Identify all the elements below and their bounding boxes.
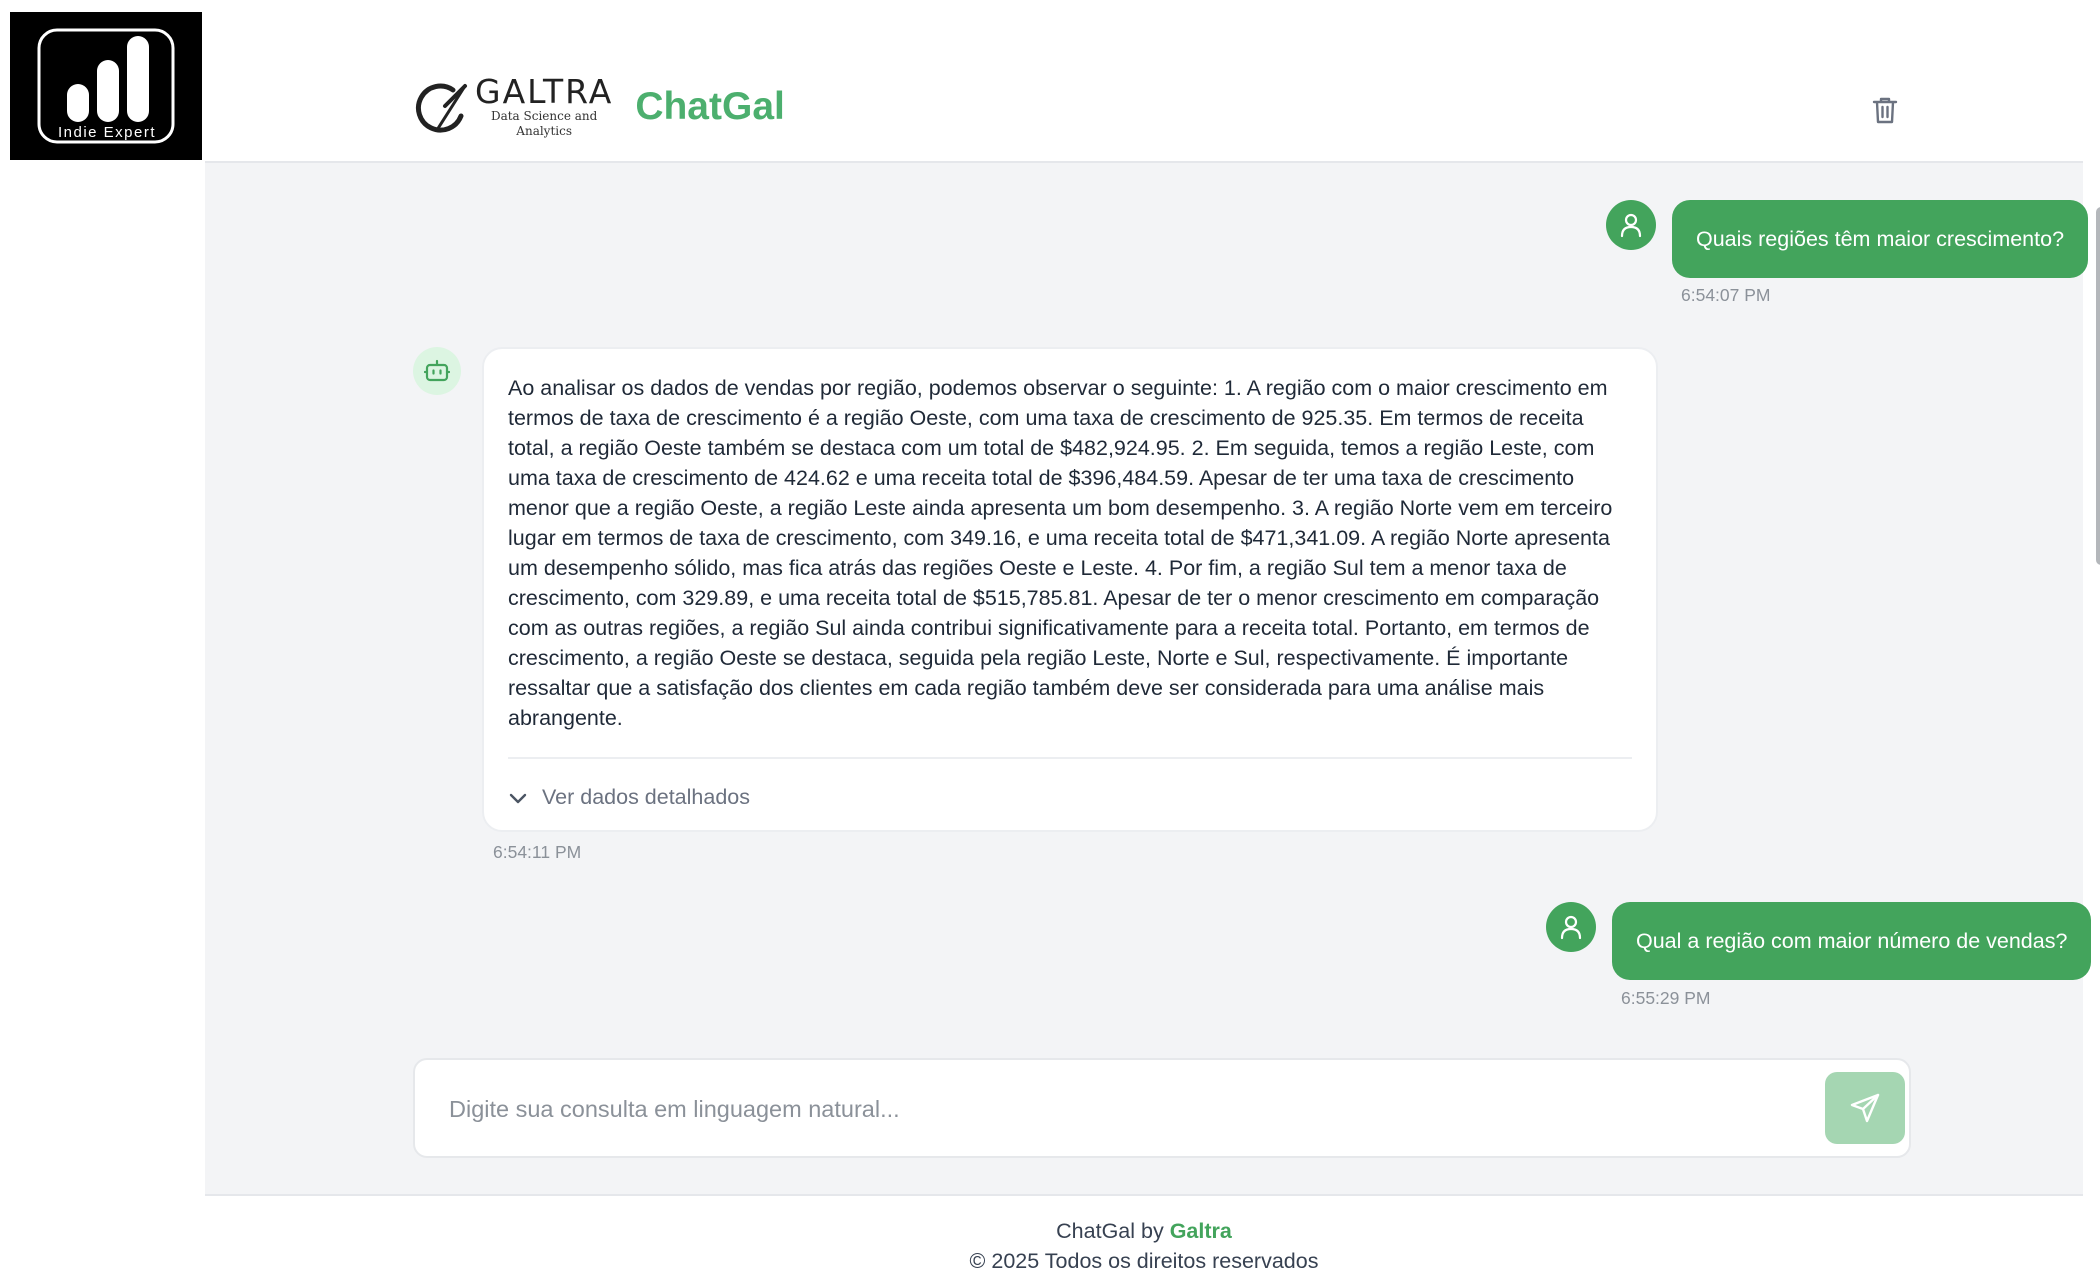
send-icon bbox=[1850, 1093, 1880, 1123]
user-avatar bbox=[1606, 200, 1656, 250]
view-details-toggle[interactable]: Ver dados detalhados bbox=[508, 785, 1632, 810]
composer bbox=[413, 1058, 1911, 1158]
galtra-wordmark: GALTRA Data Science and Analytics bbox=[475, 75, 613, 139]
user-icon bbox=[1620, 213, 1642, 238]
footer-copyright: © 2025 Todos os direitos reservados bbox=[969, 1249, 1319, 1273]
user-icon bbox=[1560, 915, 1582, 940]
chat-area: Quais regiões têm maior crescimento? 6:5… bbox=[205, 163, 2100, 1196]
footer-credit-prefix: ChatGal by bbox=[1056, 1219, 1170, 1243]
brand: GALTRA Data Science and Analytics ChatGa… bbox=[413, 74, 785, 140]
message-divider bbox=[508, 757, 1632, 759]
svg-text:Indie Expert: Indie Expert bbox=[58, 124, 156, 141]
galtra-name: GALTRA bbox=[475, 72, 614, 111]
message-timestamp: 6:54:07 PM bbox=[1681, 285, 1771, 305]
bot-avatar bbox=[413, 347, 461, 395]
send-button[interactable] bbox=[1825, 1072, 1905, 1144]
chatgal-app: GALTRA Data Science and Analytics ChatGa… bbox=[205, 0, 2100, 1273]
trash-icon bbox=[1872, 97, 1898, 124]
app-header: GALTRA Data Science and Analytics ChatGa… bbox=[205, 0, 2083, 163]
footer-credit: ChatGal by Galtra bbox=[205, 1216, 2083, 1246]
galtra-subtitle-1: Data Science and bbox=[490, 109, 598, 123]
message-timestamp: 6:55:29 PM bbox=[1621, 988, 1711, 1008]
footer-brand-link[interactable]: Galtra bbox=[1170, 1219, 1232, 1243]
galtra-subtitle-2: Analytics bbox=[516, 124, 573, 138]
message-list[interactable]: Quais regiões têm maior crescimento? 6:5… bbox=[413, 163, 2100, 1023]
query-input[interactable] bbox=[449, 1086, 1789, 1132]
user-message-bubble: Quais regiões têm maior crescimento? bbox=[1672, 200, 2089, 278]
assistant-message-bubble: Ao analisar os dados de vendas por regiã… bbox=[482, 347, 1658, 832]
app-title: ChatGal bbox=[635, 85, 785, 128]
galtra-logo-icon bbox=[416, 83, 467, 133]
user-avatar bbox=[1546, 902, 1596, 952]
clear-chat-button[interactable] bbox=[1865, 90, 1905, 130]
message-timestamp: 6:54:11 PM bbox=[493, 842, 582, 862]
indie-expert-logo: Indie Expert bbox=[10, 12, 202, 160]
view-details-label: Ver dados detalhados bbox=[542, 785, 750, 809]
indie-expert-logo-image: Indie Expert bbox=[37, 28, 175, 144]
assistant-message-text: Ao analisar os dados de vendas por regiã… bbox=[508, 376, 1613, 730]
footer: ChatGal by Galtra © 2025 Todos os direit… bbox=[205, 1216, 2083, 1276]
bot-icon bbox=[424, 359, 450, 382]
user-message-bubble: Qual a região com maior número de vendas… bbox=[1612, 902, 2092, 980]
chevron-down-icon bbox=[509, 793, 527, 803]
chat-scrollbar-thumb[interactable] bbox=[2096, 207, 2100, 565]
